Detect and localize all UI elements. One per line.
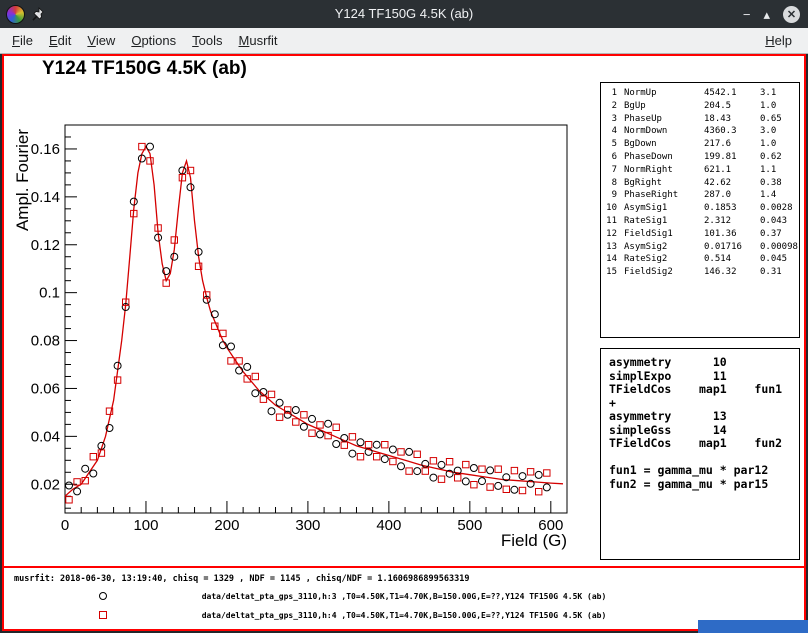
param-row: 3PhaseUp18.430.65: [601, 113, 799, 126]
pin-icon: [32, 7, 46, 23]
legend-entry-h3: data/deltat_pta_gps_3110,h:3 ,T0=4.50K,T…: [4, 592, 804, 601]
x-axis-title: Field (G): [501, 531, 567, 550]
menu-item-musrfit[interactable]: Musrfit: [231, 29, 286, 52]
plot-axes: 01002003004005006000.020.040.060.080.10.…: [13, 125, 567, 550]
param-row: 10AsymSig10.18530.0028: [601, 202, 799, 215]
param-row: 4NormDown4360.33.0: [601, 125, 799, 138]
menu-item-edit[interactable]: Edit: [41, 29, 79, 52]
param-row: 14RateSig20.5140.045: [601, 253, 799, 266]
svg-text:0: 0: [61, 517, 69, 534]
application-window: Y124 TF150G 4.5K (ab) − ▴ ✕ FileEditView…: [0, 0, 808, 633]
theory-line: asymmetry 10: [609, 356, 799, 370]
theory-line: +: [609, 397, 799, 411]
plot-title: Y124 TF150G 4.5K (ab): [42, 58, 247, 80]
param-row: 15FieldSig2146.320.31: [601, 266, 799, 279]
titlebar-left: [6, 5, 46, 24]
y-axis-title: Ampl. Fourier: [13, 129, 32, 231]
menu-item-tools[interactable]: Tools: [184, 29, 230, 52]
param-row: 11RateSig12.3120.043: [601, 215, 799, 228]
param-row: 1NormUp4542.13.1: [601, 87, 799, 100]
legend-pad: musrfit: 2018-06-30, 13:19:40, chisq = 1…: [4, 566, 804, 629]
svg-text:500: 500: [457, 517, 482, 534]
theory-line: TFieldCos map1 fun1: [609, 383, 799, 397]
svg-text:100: 100: [133, 517, 158, 534]
app-icon: [6, 5, 25, 24]
menu-item-help[interactable]: Help: [757, 29, 800, 52]
fit-parameter-box: 1NormUp4542.13.12BgUp204.51.03PhaseUp18.…: [600, 82, 800, 338]
param-row: 13AsymSig20.017160.00098: [601, 241, 799, 254]
svg-text:0.02: 0.02: [31, 476, 60, 493]
theory-line: [609, 451, 799, 465]
svg-text:0.08: 0.08: [31, 333, 60, 350]
theory-line: asymmetry 13: [609, 410, 799, 424]
svg-text:400: 400: [376, 517, 401, 534]
menu-item-file[interactable]: File: [4, 29, 41, 52]
menu-item-view[interactable]: View: [79, 29, 123, 52]
legend-label: data/deltat_pta_gps_3110,h:4 ,T0=4.50K,T…: [202, 611, 607, 620]
menu-item-options[interactable]: Options: [123, 29, 184, 52]
theory-line: TFieldCos map1 fun2: [609, 437, 799, 451]
series-circle-markers: [66, 143, 551, 495]
theory-line: fun1 = gamma_mu * par12: [609, 464, 799, 478]
legend-circle-marker: [99, 592, 107, 600]
svg-text:0.12: 0.12: [31, 237, 60, 254]
window-title: Y124 TF150G 4.5K (ab): [150, 0, 658, 28]
param-row: 9PhaseRight287.01.4: [601, 189, 799, 202]
theory-line: fun2 = gamma_mu * par15: [609, 478, 799, 492]
svg-text:200: 200: [214, 517, 239, 534]
svg-text:0.04: 0.04: [31, 428, 60, 445]
theory-line: simpleGss 14: [609, 424, 799, 438]
param-row: 8BgRight42.620.38: [601, 177, 799, 190]
svg-text:300: 300: [295, 517, 320, 534]
svg-text:0.16: 0.16: [31, 141, 60, 158]
close-button[interactable]: ✕: [783, 6, 800, 23]
keep-above-button[interactable]: ▴: [763, 8, 770, 21]
param-row: 6PhaseDown199.810.62: [601, 151, 799, 164]
legend-entry-h4: data/deltat_pta_gps_3110,h:4 ,T0=4.50K,T…: [4, 611, 804, 620]
fourier-plot[interactable]: 01002003004005006000.020.040.060.080.10.…: [12, 118, 587, 558]
menu-items: FileEditViewOptionsToolsMusrfit: [0, 29, 286, 52]
svg-text:0.1: 0.1: [39, 285, 60, 302]
legend-square-marker: [99, 611, 107, 619]
param-row: 7NormRight621.11.1: [601, 164, 799, 177]
svg-text:0.14: 0.14: [31, 189, 60, 206]
theory-line: simplExpo 11: [609, 370, 799, 384]
param-row: 5BgDown217.61.0: [601, 138, 799, 151]
series-square-markers: [66, 143, 550, 503]
root-canvas[interactable]: Y124 TF150G 4.5K (ab) 010020030040050060…: [2, 54, 806, 631]
minimize-button[interactable]: −: [743, 8, 751, 21]
legend-label: data/deltat_pta_gps_3110,h:3 ,T0=4.50K,T…: [202, 592, 607, 601]
menubar: FileEditViewOptionsToolsMusrfit Help: [0, 28, 808, 54]
menu-right: Help: [757, 33, 808, 48]
theory-block-box: asymmetry 10simplExpo 11TFieldCos map1 f…: [600, 348, 800, 560]
svg-text:0.06: 0.06: [31, 380, 60, 397]
fit-status-line: musrfit: 2018-06-30, 13:19:40, chisq = 1…: [14, 574, 469, 584]
param-row: 12FieldSig1101.360.37: [601, 228, 799, 241]
titlebar[interactable]: Y124 TF150G 4.5K (ab) − ▴ ✕: [0, 0, 808, 28]
titlebar-controls: − ▴ ✕: [743, 0, 800, 28]
background-window-fragment: [698, 620, 808, 633]
param-row: 2BgUp204.51.0: [601, 100, 799, 113]
fit-line: [65, 147, 563, 497]
